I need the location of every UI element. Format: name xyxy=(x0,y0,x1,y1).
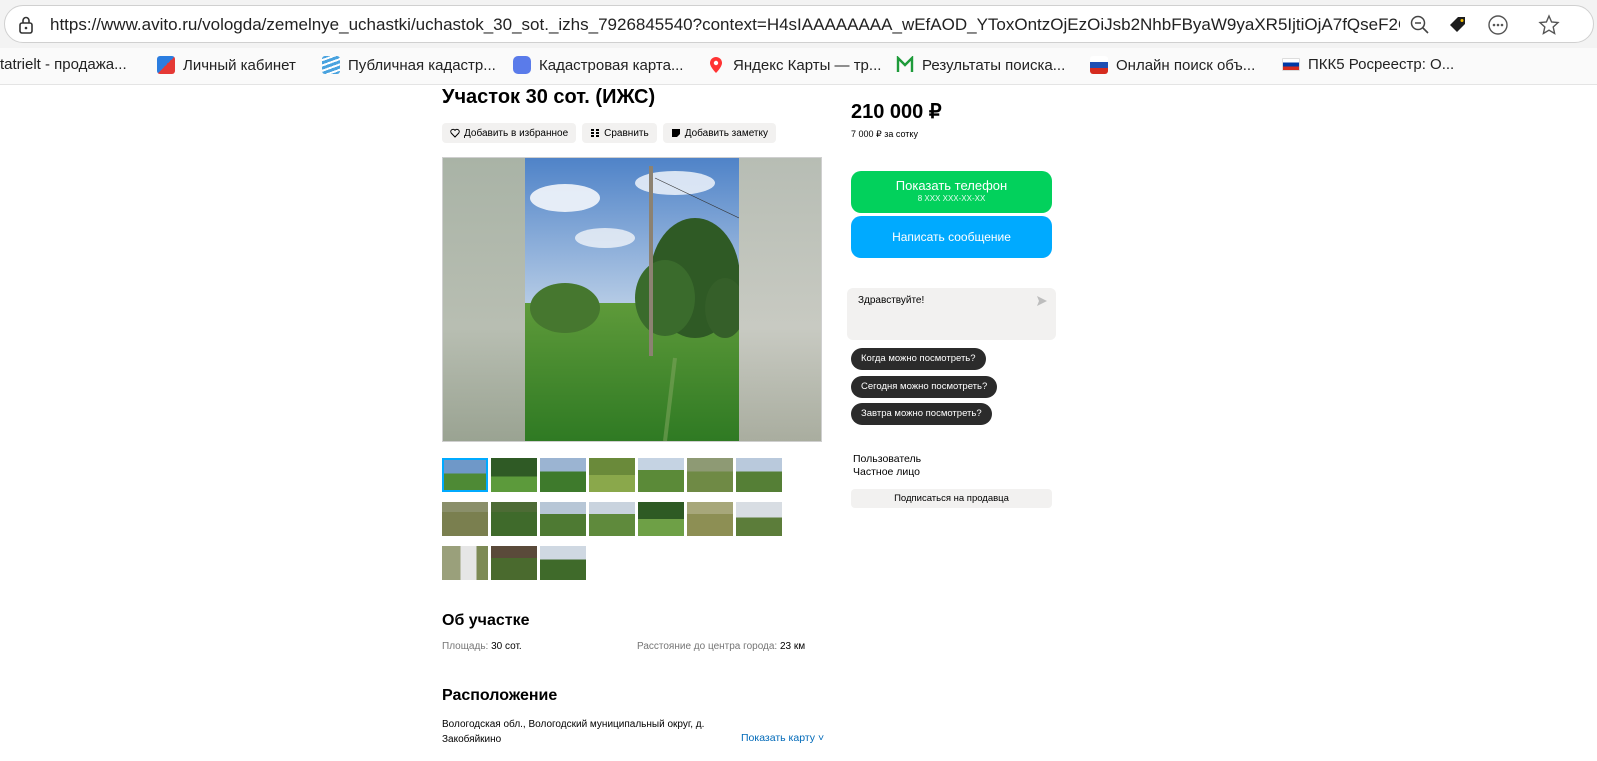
bookmark-label: Личный кабинет xyxy=(183,56,296,74)
rosreestr-icon xyxy=(1090,56,1108,74)
bookmark-search-results[interactable]: Результаты поиска... xyxy=(896,56,1065,74)
write-message-button[interactable]: Написать сообщение xyxy=(851,216,1052,258)
browser-toolbar: https://www.avito.ru/vologda/zemelnye_uc… xyxy=(0,0,1597,48)
nspd-icon xyxy=(896,56,914,72)
thumbnail-5[interactable] xyxy=(638,458,684,492)
bookmark-cadastral-map[interactable]: Кадастровая карта... xyxy=(513,56,683,74)
show-phone-button[interactable]: Показать телефон 8 XXX XXX-XX-XX xyxy=(851,171,1052,213)
thumbnail-15[interactable] xyxy=(442,546,488,580)
bookmarks-bar: tatrielt - продажа... Личный кабинет Пуб… xyxy=(0,48,1597,85)
bookmark-label: tatrielt - продажа... xyxy=(0,56,127,73)
thumbnail-16[interactable] xyxy=(491,546,537,580)
bookmark-label: Онлайн поиск объ... xyxy=(1116,56,1256,74)
listing-title: Участок 30 сот. (ИЖС) xyxy=(442,86,656,108)
listing-page: Участок 30 сот. (ИЖС) Добавить в избранн… xyxy=(0,85,1597,761)
thumbnail-12[interactable] xyxy=(638,502,684,536)
favorite-star-icon[interactable] xyxy=(1538,14,1560,36)
bookmark-pkk5[interactable]: ПКК5 Росреестр: О... xyxy=(1282,56,1454,73)
area-label: Площадь: xyxy=(442,641,489,652)
thumbnail-13[interactable] xyxy=(687,502,733,536)
phone-mask: 8 XXX XXX-XX-XX xyxy=(917,194,986,203)
thumbnail-2[interactable] xyxy=(491,458,537,492)
address-bar[interactable]: https://www.avito.ru/vologda/zemelnye_uc… xyxy=(4,5,1594,43)
thumbnail-9[interactable] xyxy=(491,502,537,536)
seller-name[interactable]: Пользователь xyxy=(853,453,921,465)
lock-icon[interactable] xyxy=(19,16,33,34)
listing-actions: Добавить в избранное Сравнить Добавить з… xyxy=(442,123,776,143)
show-map-label: Показать карту xyxy=(741,732,816,744)
thumbnail-7[interactable] xyxy=(736,458,782,492)
distance-label: Расстояние до центра города: xyxy=(637,641,778,652)
gallery-blur-left xyxy=(443,158,525,441)
favorite-label: Добавить в избранное xyxy=(464,127,569,139)
thumbnail-3[interactable] xyxy=(540,458,586,492)
thumbnail-10[interactable] xyxy=(540,502,586,536)
compare-button[interactable]: Сравнить xyxy=(582,123,657,143)
thumbnail-4[interactable] xyxy=(589,458,635,492)
thumbnail-1[interactable] xyxy=(442,458,488,492)
url-text[interactable]: https://www.avito.ru/vologda/zemelnye_uc… xyxy=(50,15,1400,35)
show-phone-label: Показать телефон xyxy=(895,178,1008,193)
bookmark-label: Яндекс Карты — тр... xyxy=(733,56,882,74)
bookmark-label: ПКК5 Росреестр: О... xyxy=(1308,56,1455,73)
gosuslugi-icon xyxy=(157,56,175,74)
chevron-down-icon: ˅ xyxy=(817,732,825,744)
bookmark-online-search[interactable]: Онлайн поиск объ... xyxy=(1090,56,1255,74)
thumbnail-17[interactable] xyxy=(540,546,586,580)
bookmark-tatrielt[interactable]: tatrielt - продажа... xyxy=(0,56,127,73)
chat-greeting[interactable]: Здравствуйте! xyxy=(858,295,924,306)
map-pin-icon xyxy=(710,57,722,73)
add-to-favorites-button[interactable]: Добавить в избранное xyxy=(442,123,577,143)
distance-value: 23 км xyxy=(780,641,806,652)
bookmark-public-cadastral[interactable]: Публичная кадастр... xyxy=(322,56,496,74)
quick-reply-today[interactable]: Сегодня можно посмотреть? xyxy=(851,376,998,398)
thumbnail-8[interactable] xyxy=(442,502,488,536)
heart-icon xyxy=(450,128,460,138)
photo-gallery[interactable] xyxy=(442,157,822,442)
compare-label: Сравнить xyxy=(604,127,649,139)
layers-icon xyxy=(322,56,340,74)
thumbnail-14[interactable] xyxy=(736,502,782,536)
bookmark-label: Результаты поиска... xyxy=(922,56,1066,74)
tag-icon[interactable] xyxy=(1447,14,1469,36)
gallery-blur-right xyxy=(739,158,821,441)
seller-type: Частное лицо xyxy=(853,466,921,478)
price: 210 000 ₽ xyxy=(851,101,942,123)
show-map-link[interactable]: Показать карту ˅ xyxy=(741,732,824,744)
address-text: Вологодская обл., Вологодский муниципаль… xyxy=(442,719,705,745)
bookmark-personal-cabinet[interactable]: Личный кабинет xyxy=(157,56,296,74)
chat-input[interactable]: Здравствуйте! xyxy=(847,288,1056,340)
zoom-out-icon[interactable] xyxy=(1409,14,1431,36)
bookmark-label: Публичная кадастр... xyxy=(348,56,496,74)
thumbnail-6[interactable] xyxy=(687,458,733,492)
area-value: 30 сот. xyxy=(491,641,522,652)
about-heading: Об участке xyxy=(442,612,530,629)
send-icon[interactable] xyxy=(1036,295,1048,307)
add-note-button[interactable]: Добавить заметку xyxy=(662,123,776,143)
map-app-icon xyxy=(513,56,531,74)
bookmark-yandex-maps[interactable]: Яндекс Карты — тр... xyxy=(707,56,881,74)
russia-flag-icon xyxy=(1282,58,1300,71)
distance-property: Расстояние до центра города: 23 км xyxy=(637,641,805,652)
subscribe-seller-button[interactable]: Подписаться на продавца xyxy=(851,489,1052,508)
thumbnail-11[interactable] xyxy=(589,502,635,536)
area-property: Площадь: 30 сот. xyxy=(442,641,522,652)
price-per-unit: 7 000 ₽ за сотку xyxy=(851,129,918,139)
note-label: Добавить заметку xyxy=(684,127,768,139)
location-heading: Расположение xyxy=(442,687,558,704)
bookmark-label: Кадастровая карта... xyxy=(539,56,684,74)
quick-reply-when[interactable]: Когда можно посмотреть? xyxy=(851,348,986,370)
more-icon[interactable] xyxy=(1487,14,1509,36)
main-photo[interactable] xyxy=(525,158,739,441)
quick-reply-tomorrow[interactable]: Завтра можно посмотреть? xyxy=(851,403,992,425)
compare-icon xyxy=(591,129,600,137)
note-icon xyxy=(671,129,680,137)
